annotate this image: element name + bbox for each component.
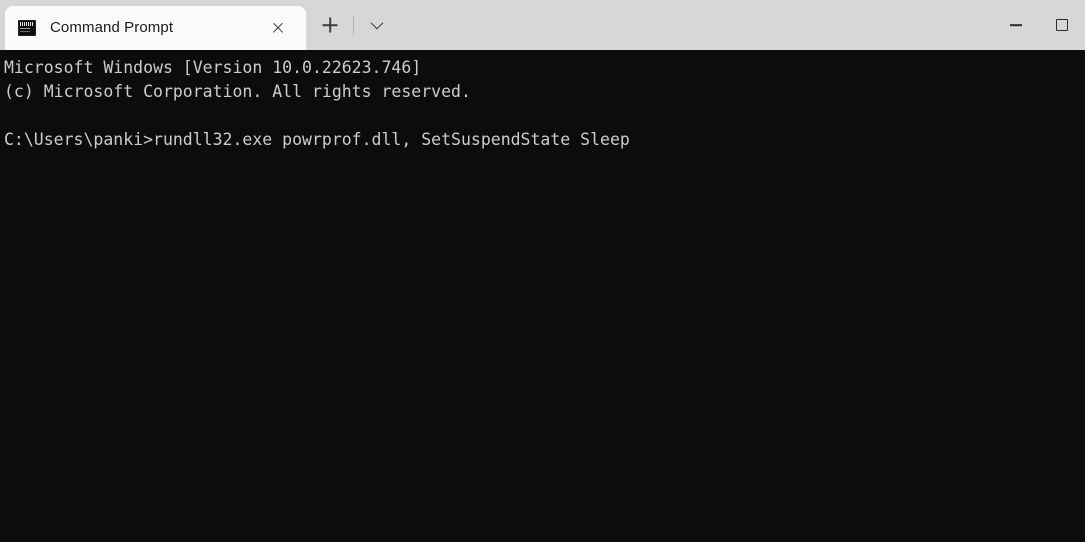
terminal-line: C:\Users\panki>rundll32.exe powrprof.dll… xyxy=(4,130,630,149)
maximize-icon[interactable] xyxy=(1039,3,1085,47)
close-tab-icon[interactable] xyxy=(263,13,293,43)
terminal-output: Microsoft Windows [Version 10.0.22623.74… xyxy=(4,56,1085,152)
window-controls xyxy=(993,0,1085,50)
tab-actions xyxy=(308,0,399,50)
chevron-down-icon[interactable] xyxy=(355,3,399,47)
terminal-body[interactable]: Microsoft Windows [Version 10.0.22623.74… xyxy=(0,50,1085,542)
tab-title: Command Prompt xyxy=(50,19,174,36)
tab-strip: Command Prompt xyxy=(0,0,306,50)
title-bar: Command Prompt xyxy=(0,0,1085,50)
terminal-line: Microsoft Windows [Version 10.0.22623.74… xyxy=(4,58,422,77)
tab-command-prompt[interactable]: Command Prompt xyxy=(5,6,306,50)
command-prompt-window: Command Prompt Microsoft Windows [Versio… xyxy=(0,0,1085,542)
tab-actions-divider xyxy=(353,15,354,35)
command-prompt-icon xyxy=(18,20,36,36)
minimize-icon[interactable] xyxy=(993,3,1039,47)
new-tab-icon[interactable] xyxy=(308,3,352,47)
terminal-line: (c) Microsoft Corporation. All rights re… xyxy=(4,82,471,101)
